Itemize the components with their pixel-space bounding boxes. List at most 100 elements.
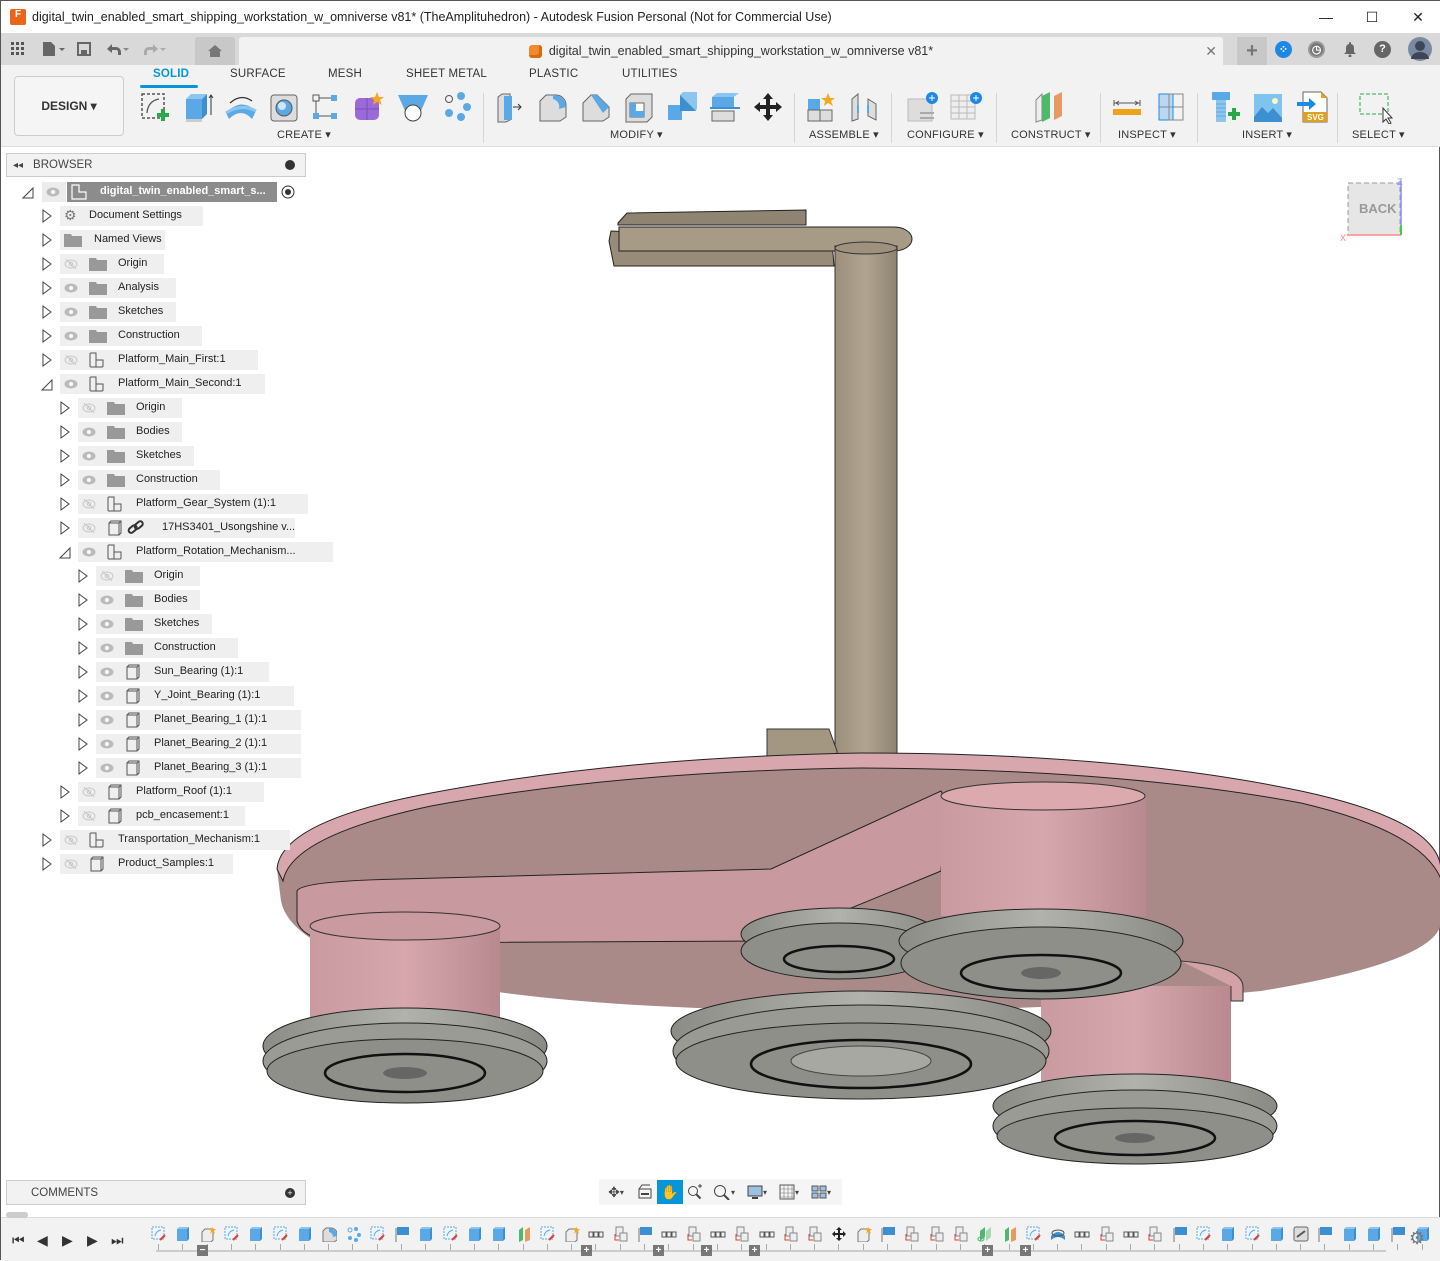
save-icon[interactable] xyxy=(71,33,97,65)
construct-menu[interactable]: CONSTRUCT ▾ xyxy=(1011,128,1091,141)
extensions-icon[interactable]: ⁘ xyxy=(1267,40,1300,58)
visibility-eye-icon[interactable] xyxy=(100,667,114,677)
timeline-feature-new-component[interactable] xyxy=(856,1226,872,1243)
browser-item[interactable]: Sketches xyxy=(1,446,311,466)
browser-item[interactable]: Origin xyxy=(1,398,311,418)
timeline-feature-group[interactable] xyxy=(588,1226,604,1242)
timeline-feature-extrude[interactable] xyxy=(297,1226,313,1242)
visibility-eye-icon[interactable] xyxy=(100,643,114,653)
form-button[interactable] xyxy=(350,89,386,125)
timeline-feature-pattern[interactable] xyxy=(345,1226,361,1242)
viewports-button[interactable]: ▾ xyxy=(805,1180,837,1204)
timeline-track[interactable] xyxy=(156,1250,1386,1252)
timeline-feature-link[interactable] xyxy=(1293,1226,1309,1242)
press-pull-button[interactable] xyxy=(492,89,528,125)
browser-minimize-icon[interactable] xyxy=(285,160,295,170)
pattern-button[interactable] xyxy=(307,89,343,125)
tab-solid[interactable]: SOLID xyxy=(153,68,189,80)
timeline-feature-revolve[interactable] xyxy=(1050,1226,1066,1242)
circular-pattern-button[interactable] xyxy=(437,89,473,125)
visibility-eye-icon[interactable] xyxy=(64,379,78,389)
hidden-eye-icon[interactable] xyxy=(64,835,78,845)
hole-button[interactable] xyxy=(266,89,302,125)
collapsed-arrow-icon[interactable] xyxy=(41,857,53,871)
browser-item[interactable]: Origin xyxy=(1,254,311,274)
timeline-feature-extrude[interactable] xyxy=(175,1226,191,1242)
timeline-go-to-start-button[interactable]: ⏮ xyxy=(12,1232,25,1249)
browser-item[interactable]: Sun_Bearing (1):1 xyxy=(1,662,311,682)
timeline-feature-group[interactable] xyxy=(1123,1226,1139,1242)
joint-button[interactable] xyxy=(846,89,882,125)
timeline-feature-plane[interactable] xyxy=(394,1226,410,1242)
visibility-eye-icon[interactable] xyxy=(100,763,114,773)
collapsed-arrow-icon[interactable] xyxy=(59,401,71,415)
hidden-eye-icon[interactable] xyxy=(100,571,114,581)
timeline-feature-plane[interactable] xyxy=(1172,1226,1188,1242)
timeline-feature-sketch[interactable] xyxy=(370,1226,386,1242)
visibility-eye-icon[interactable] xyxy=(100,595,114,605)
pan-button[interactable]: ✋ xyxy=(657,1180,683,1204)
timeline-feature-extrude[interactable] xyxy=(1342,1226,1358,1242)
modify-menu[interactable]: MODIFY ▾ xyxy=(610,128,663,141)
orbit-button[interactable]: ✥ ▾ xyxy=(599,1180,633,1204)
browser-item[interactable]: Y_Joint_Bearing (1):1 xyxy=(1,686,311,706)
inspect-menu[interactable]: INSPECT ▾ xyxy=(1118,128,1176,141)
visibility-eye-icon[interactable] xyxy=(100,691,114,701)
browser-item[interactable]: Named Views xyxy=(1,230,311,250)
browser-item[interactable]: Platform_Main_Second:1 xyxy=(1,374,311,394)
timeline-feature-offset-plane[interactable] xyxy=(977,1226,993,1242)
browser-item[interactable]: Construction xyxy=(1,638,311,658)
visibility-eye-icon[interactable] xyxy=(82,547,96,557)
shell-button[interactable] xyxy=(621,89,657,125)
visibility-eye-icon[interactable] xyxy=(46,187,60,197)
timeline-feature-sketch[interactable] xyxy=(1026,1226,1042,1242)
insert-svg-button[interactable]: SVG xyxy=(1294,89,1330,125)
browser-item[interactable]: 17HS3401_Usongshine v... xyxy=(1,518,311,538)
timeline-feature-extrude[interactable] xyxy=(248,1226,264,1242)
hidden-eye-icon[interactable] xyxy=(82,499,96,509)
timeline-feature-sketch[interactable] xyxy=(443,1226,459,1242)
offset-plane-button[interactable] xyxy=(1031,89,1067,125)
collapsed-arrow-icon[interactable] xyxy=(59,425,71,439)
collapsed-arrow-icon[interactable] xyxy=(41,209,53,223)
timeline-feature-copy[interactable] xyxy=(929,1226,945,1242)
visibility-eye-icon[interactable] xyxy=(100,739,114,749)
extrude-button[interactable] xyxy=(180,89,216,125)
window-select-button[interactable] xyxy=(1357,89,1393,125)
timeline-feature-copy[interactable] xyxy=(613,1226,629,1242)
redo-icon[interactable] xyxy=(135,33,171,65)
timeline-feature-extrude[interactable] xyxy=(1220,1226,1236,1242)
browser-item[interactable]: Construction xyxy=(1,470,311,490)
timeline-group-expand[interactable]: + xyxy=(1020,1245,1031,1256)
hidden-eye-icon[interactable] xyxy=(82,811,96,821)
browser-item[interactable]: Platform_Rotation_Mechanism... xyxy=(1,542,333,562)
timeline-feature-copy[interactable] xyxy=(783,1226,799,1242)
configure-menu[interactable]: CONFIGURE ▾ xyxy=(907,128,984,141)
browser-item[interactable]: Platform_Main_First:1 xyxy=(1,350,311,370)
timeline-feature-extrude[interactable] xyxy=(418,1226,434,1242)
collapsed-arrow-icon[interactable] xyxy=(59,473,71,487)
browser-root-node[interactable]: digital_twin_enabled_smart_s... xyxy=(1,182,311,202)
create-menu[interactable]: CREATE ▾ xyxy=(277,128,331,141)
visibility-eye-icon[interactable] xyxy=(82,475,96,485)
assemble-menu[interactable]: ASSEMBLE ▾ xyxy=(809,128,879,141)
add-comment-icon[interactable]: + xyxy=(285,1188,295,1198)
timeline-feature-copy[interactable] xyxy=(807,1226,823,1242)
timeline-next-step-button[interactable]: ▶ xyxy=(87,1232,98,1249)
timeline-feature-plane[interactable] xyxy=(1317,1226,1333,1242)
user-avatar[interactable] xyxy=(1399,37,1440,61)
workspace-switcher[interactable]: DESIGN ▾ xyxy=(14,76,124,136)
browser-item[interactable]: Planet_Bearing_1 (1):1 xyxy=(1,710,311,730)
home-tab[interactable] xyxy=(195,37,235,65)
move-copy-button[interactable] xyxy=(750,89,786,125)
collapsed-arrow-icon[interactable] xyxy=(41,329,53,343)
new-tab-button[interactable]: + xyxy=(1237,37,1267,65)
section-analysis-button[interactable] xyxy=(1152,89,1188,125)
maximize-button[interactable]: ☐ xyxy=(1349,1,1395,33)
activate-radio-icon[interactable] xyxy=(281,185,295,199)
browser-item[interactable]: ⚙ Document Settings xyxy=(1,206,311,226)
browser-item[interactable]: Planet_Bearing_2 (1):1 xyxy=(1,734,311,754)
visibility-eye-icon[interactable] xyxy=(64,283,78,293)
visibility-eye-icon[interactable] xyxy=(100,715,114,725)
measure-button[interactable] xyxy=(1109,89,1145,125)
